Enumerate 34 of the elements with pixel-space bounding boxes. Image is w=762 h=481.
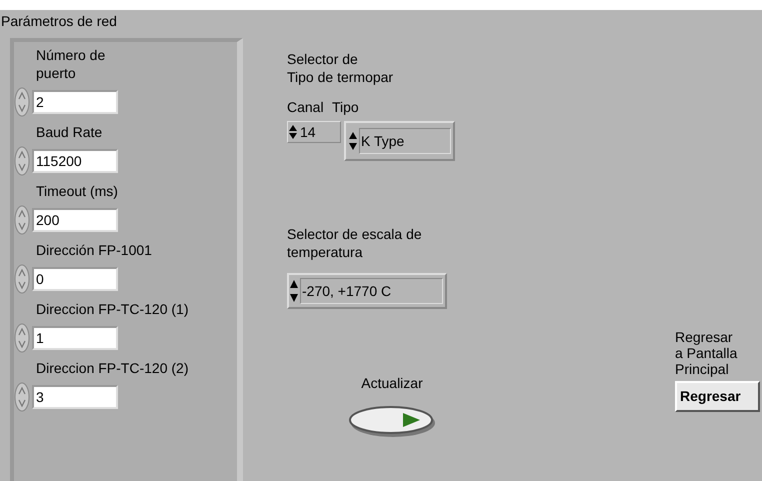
update-label: Actualizar	[361, 374, 423, 392]
field-label: Dirección FP-1001	[36, 241, 153, 259]
channel-label: Canal	[287, 98, 325, 116]
scale-label: Selector de escala de temperatura	[287, 225, 423, 261]
numeric-field[interactable]: 200	[32, 208, 118, 232]
spinner-icon[interactable]	[14, 382, 30, 412]
spinner-icon[interactable]	[14, 323, 30, 353]
type-value: K Type	[359, 128, 451, 154]
numeric-field[interactable]: 2	[32, 90, 118, 114]
back-caption: Regresar a Pantalla Principal	[675, 329, 738, 377]
spinner-icon[interactable]	[14, 87, 30, 117]
selector-title: Selector de Tipo de termopar	[287, 50, 394, 86]
back-button[interactable]: Regresar	[675, 381, 760, 412]
type-label: Tipo	[332, 98, 359, 116]
scale-value: -270, +1770 C	[300, 278, 443, 304]
channel-value: 14	[300, 122, 316, 142]
numeric-field[interactable]: 1	[32, 326, 118, 350]
field-label: Baud Rate	[36, 123, 104, 141]
panel-title: Parámetros de red	[1, 12, 118, 30]
field-label: Número de puerto	[36, 46, 106, 82]
numeric-field[interactable]: 115200	[32, 149, 118, 173]
field-label: Direccion FP-TC-120 (1)	[36, 300, 190, 318]
channel-control[interactable]: 14	[287, 121, 341, 143]
field-label: Direccion FP-TC-120 (2)	[36, 359, 190, 377]
spinner-icon[interactable]	[14, 205, 30, 235]
scale-ring[interactable]: -270, +1770 C	[287, 273, 447, 309]
field-label: Timeout (ms)	[36, 182, 119, 200]
stepper-icon[interactable]	[288, 123, 298, 141]
spinner-icon[interactable]	[14, 146, 30, 176]
spinner-icon[interactable]	[14, 264, 30, 294]
numeric-field[interactable]: 3	[32, 385, 118, 409]
numeric-field[interactable]: 0	[32, 267, 118, 291]
type-ring[interactable]: K Type	[344, 121, 455, 161]
update-button[interactable]	[348, 404, 436, 438]
